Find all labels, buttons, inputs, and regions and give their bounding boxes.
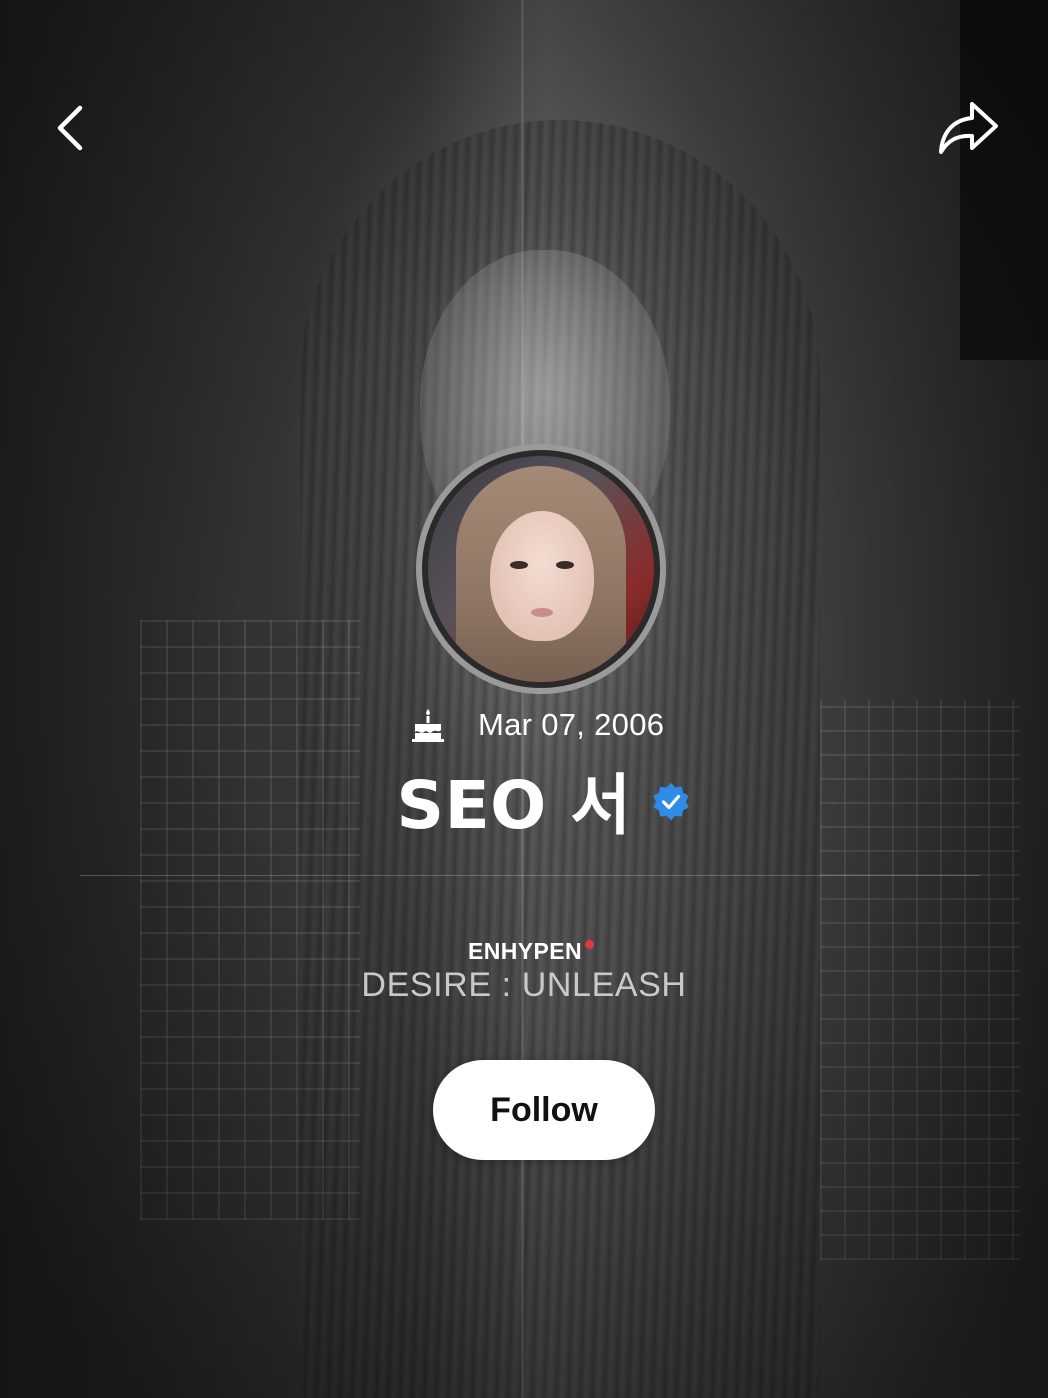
verified-badge-icon xyxy=(653,783,690,821)
birthday-date: Mar 07, 2006 xyxy=(478,707,665,742)
share-arrow-icon xyxy=(939,102,998,154)
profile-screen: Mar 07, 2006 SEO 서 ENHYPEN DESIRE : UNLE… xyxy=(0,0,1048,1398)
group-name: ENHYPEN xyxy=(468,938,582,964)
profile-name: SEO 서 xyxy=(396,767,632,844)
back-button[interactable] xyxy=(40,96,104,160)
background-vignette xyxy=(0,0,1048,1398)
birthday-row: Mar 07, 2006 xyxy=(410,700,664,750)
live-dot-icon xyxy=(585,940,594,949)
avatar-photo xyxy=(428,456,654,682)
chevron-left-icon xyxy=(57,105,83,151)
album-title: DESIRE : UNLEASH xyxy=(361,966,687,1004)
share-button[interactable] xyxy=(936,96,1000,160)
follow-button[interactable]: Follow xyxy=(433,1060,655,1160)
cake-icon xyxy=(412,709,444,742)
name-row: SEO 서 xyxy=(0,752,1048,848)
avatar[interactable] xyxy=(416,444,666,694)
divider xyxy=(80,875,980,876)
group-row[interactable]: ENHYPEN xyxy=(0,938,1048,965)
